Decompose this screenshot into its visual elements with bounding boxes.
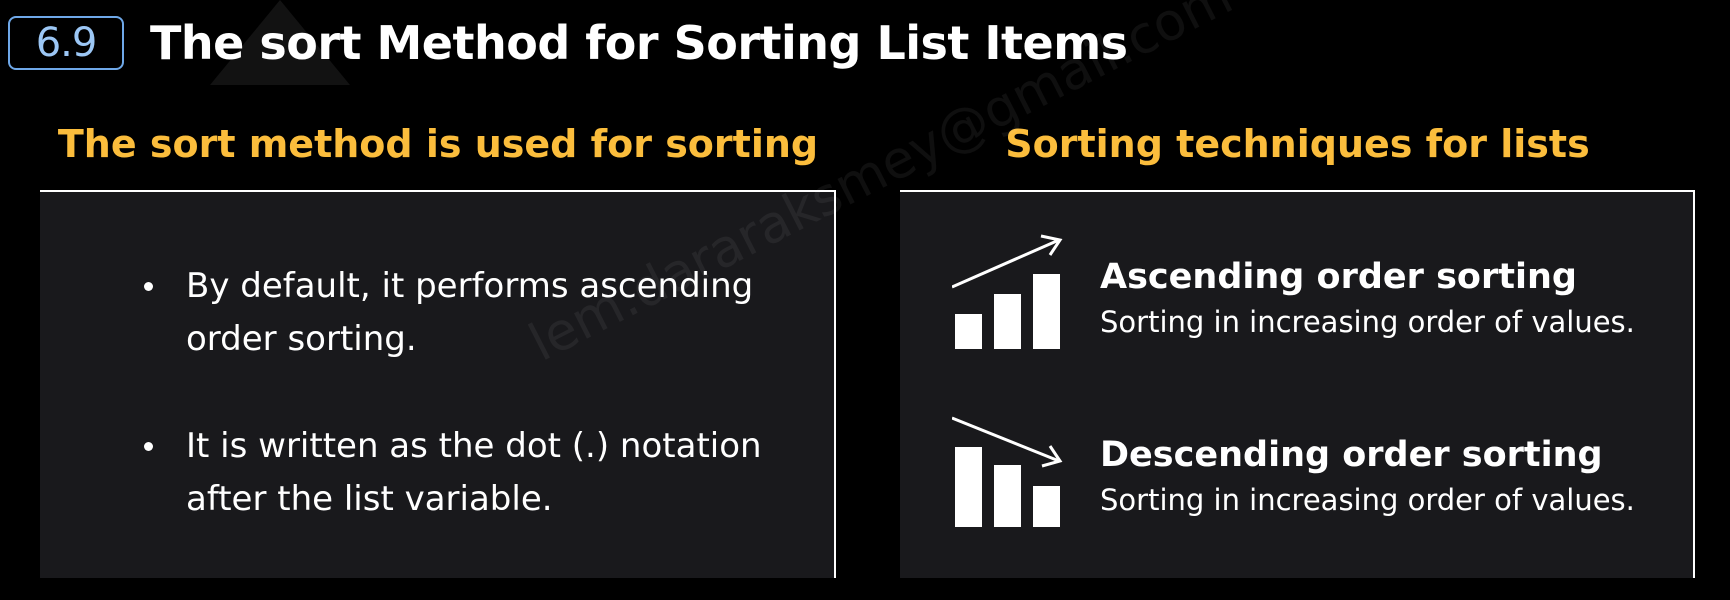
technique-text: Descending order sorting Sorting in incr… — [1100, 412, 1635, 522]
ascending-bar-chart-icon — [952, 234, 1063, 349]
left-column-heading: The sort method is used for sorting — [57, 122, 819, 166]
section-number-badge: 6.9 — [8, 16, 124, 70]
right-column-heading: Sorting techniques for lists — [1005, 122, 1590, 166]
bullet-item-dot-notation: It is written as the dot (.) notation af… — [102, 420, 786, 526]
bullet-item-default-ascending: By default, it performs ascending order … — [102, 260, 786, 366]
bullet-list: By default, it performs ascending order … — [102, 260, 786, 580]
right-content-panel: Ascending order sorting Sorting in incre… — [900, 190, 1695, 578]
slide-header: 6.9 The sort Method for Sorting List Ite… — [8, 16, 1128, 70]
technique-title: Descending order sorting — [1100, 435, 1603, 475]
bullet-dot-icon — [144, 442, 153, 451]
bullet-dot-icon — [144, 282, 153, 291]
technique-descending: Descending order sorting Sorting in incr… — [952, 412, 1635, 537]
left-content-panel: By default, it performs ascending order … — [40, 190, 836, 578]
bullet-text: By default, it performs ascending order … — [186, 266, 754, 359]
bullet-text: It is written as the dot (.) notation af… — [186, 426, 762, 519]
technique-text: Ascending order sorting Sorting in incre… — [1100, 234, 1635, 344]
descending-bar-chart-icon — [952, 416, 1063, 527]
page-title: The sort Method for Sorting List Items — [150, 16, 1128, 70]
technique-ascending: Ascending order sorting Sorting in incre… — [952, 234, 1635, 359]
technique-description: Sorting in increasing order of values. — [1100, 305, 1635, 339]
technique-description: Sorting in increasing order of values. — [1100, 483, 1635, 517]
technique-title: Ascending order sorting — [1100, 257, 1577, 297]
